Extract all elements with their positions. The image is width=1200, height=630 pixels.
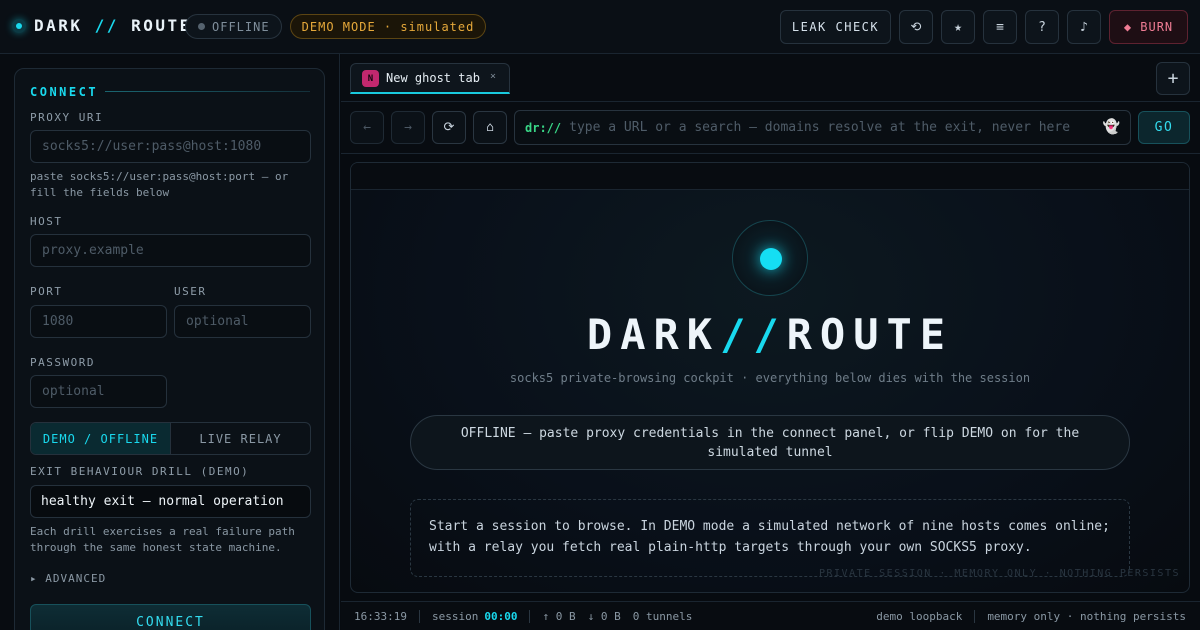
mode-toggle: DEMO / OFFLINE LIVE RELAY <box>30 422 311 455</box>
connect-panel: CONNECT PROXY URI socks5://user:pass@hos… <box>14 68 325 630</box>
proxy-uri-label: PROXY URI <box>30 111 104 124</box>
divider <box>529 609 531 623</box>
new-tab-button[interactable]: + <box>1156 62 1190 95</box>
sound-button[interactable]: ♪ <box>1067 10 1101 44</box>
tab-strip: N New ghost tab × + <box>341 54 1200 102</box>
divider <box>418 609 420 623</box>
bookmarks-button[interactable]: ★ <box>941 10 975 44</box>
ghost-icon: 👻 <box>1102 119 1120 135</box>
hero-title: DARK//ROUTE <box>351 310 1189 359</box>
home-button[interactable]: ⌂ <box>473 111 507 144</box>
page-viewport: DARK//ROUTE socks5 private-browsing cock… <box>350 162 1190 593</box>
clock: 16:33:19 <box>354 609 407 623</box>
back-button[interactable]: ← <box>350 111 384 144</box>
top-bar: DARK // ROUTE OFFLINE DEMO MODE · simula… <box>0 0 1200 54</box>
host-label: HOST <box>30 215 63 228</box>
url-scheme: dr:// <box>525 120 562 135</box>
mode-live-relay-button[interactable]: LIVE RELAY <box>171 423 310 454</box>
user-label: USER <box>174 285 207 298</box>
connect-panel-title: CONNECT <box>30 85 99 99</box>
left-sidebar: CONNECT PROXY URI socks5://user:pass@hos… <box>0 54 340 630</box>
watermark: PRIVATE SESSION · MEMORY ONLY · NOTHING … <box>819 568 1180 579</box>
arrow-left-icon: ← <box>363 120 371 135</box>
brand-logo-icon <box>12 19 26 33</box>
hero-title-slash: // <box>720 310 787 359</box>
help-icon: ? <box>1038 19 1046 35</box>
close-icon[interactable]: × <box>490 71 496 82</box>
connection-status-badge: OFFLINE <box>185 14 282 39</box>
hero-title-right: ROUTE <box>786 310 954 359</box>
brand-slash: // <box>94 16 119 35</box>
history-button[interactable]: ⟲ <box>899 10 933 44</box>
orb-core <box>760 248 782 270</box>
upload-counter: ↑ 0 B <box>542 609 576 623</box>
go-button[interactable]: GO <box>1138 111 1190 144</box>
session-timer: 00:00 <box>484 609 518 623</box>
brand-left: DARK <box>34 16 83 35</box>
brand-right: ROUTE <box>131 16 192 35</box>
burn-button[interactable]: ◆ BURN <box>1109 10 1188 44</box>
arrow-right-icon: → <box>404 120 412 135</box>
advanced-toggle[interactable]: ▸ ADVANCED <box>30 572 106 585</box>
navigation-bar: ← → ⟳ ⌂ dr:// type a URL or a search — d… <box>341 102 1200 154</box>
tab-new-ghost-tab[interactable]: N New ghost tab × <box>350 63 510 94</box>
proxy-uri-input[interactable]: socks5://user:pass@host:1080 <box>30 130 311 163</box>
divider <box>974 609 976 623</box>
url-input[interactable]: type a URL or a search — domains resolve… <box>569 120 1070 135</box>
star-icon: ★ <box>954 19 962 35</box>
leak-check-button[interactable]: LEAK CHECK <box>780 10 891 44</box>
forward-button[interactable]: → <box>391 111 425 144</box>
proxy-uri-hint: paste socks5://user:pass@host:port — or … <box>30 170 289 199</box>
memory-indicator: memory only · nothing persists <box>987 609 1186 623</box>
tab-title: New ghost tab <box>386 71 480 85</box>
music-note-icon: ♪ <box>1080 19 1088 35</box>
status-dot-icon <box>198 23 205 30</box>
plus-icon: + <box>1167 68 1179 89</box>
tab-favicon-icon: N <box>362 70 379 87</box>
home-icon: ⌂ <box>486 120 494 135</box>
user-input[interactable]: optional <box>174 305 311 338</box>
menu-icon: ≡ <box>996 19 1004 35</box>
tunnel-count: 0 tunnels <box>632 609 693 623</box>
host-input[interactable]: proxy.example <box>30 234 311 267</box>
menu-button[interactable]: ≡ <box>983 10 1017 44</box>
hero-subtitle: socks5 private-browsing cockpit · everyt… <box>509 371 1031 385</box>
status-bar: 16:33:19 session 00:00 ↑ 0 B ↓ 0 B 0 tun… <box>341 601 1200 630</box>
demo-mode-badge[interactable]: DEMO MODE · simulated <box>290 14 486 39</box>
address-bar[interactable]: dr:// type a URL or a search — domains r… <box>514 110 1131 145</box>
drill-label: EXIT BEHAVIOUR DRILL (DEMO) <box>30 465 250 478</box>
hero-title-left: DARK <box>586 310 721 359</box>
port-label: PORT <box>30 285 63 298</box>
reload-icon: ⟳ <box>443 120 455 135</box>
viewport-header <box>351 163 1189 190</box>
status-message: OFFLINE — paste proxy credentials in the… <box>410 415 1130 470</box>
mode-indicator: demo loopback <box>876 609 963 623</box>
reload-button[interactable]: ⟳ <box>432 111 466 144</box>
orb-logo-icon <box>732 220 808 296</box>
info-box: Start a session to browse. In DEMO mode … <box>410 499 1130 577</box>
drill-hint: Each drill exercises a real failure path… <box>30 525 295 554</box>
brand-title: DARK // ROUTE <box>34 16 192 35</box>
status-text: OFFLINE <box>212 19 270 34</box>
drill-select[interactable]: healthy exit — normal operation <box>30 485 311 518</box>
port-input[interactable]: 1080 <box>30 305 167 338</box>
download-counter: ↓ 0 B <box>587 609 621 623</box>
mode-demo-button[interactable]: DEMO / OFFLINE <box>31 423 171 454</box>
password-input[interactable]: optional <box>30 375 167 408</box>
connect-button[interactable]: CONNECT <box>30 604 311 630</box>
session-label: session <box>431 609 479 623</box>
title-divider <box>105 91 310 92</box>
help-button[interactable]: ? <box>1025 10 1059 44</box>
history-icon: ⟲ <box>910 19 922 35</box>
password-label: PASSWORD <box>30 356 95 369</box>
